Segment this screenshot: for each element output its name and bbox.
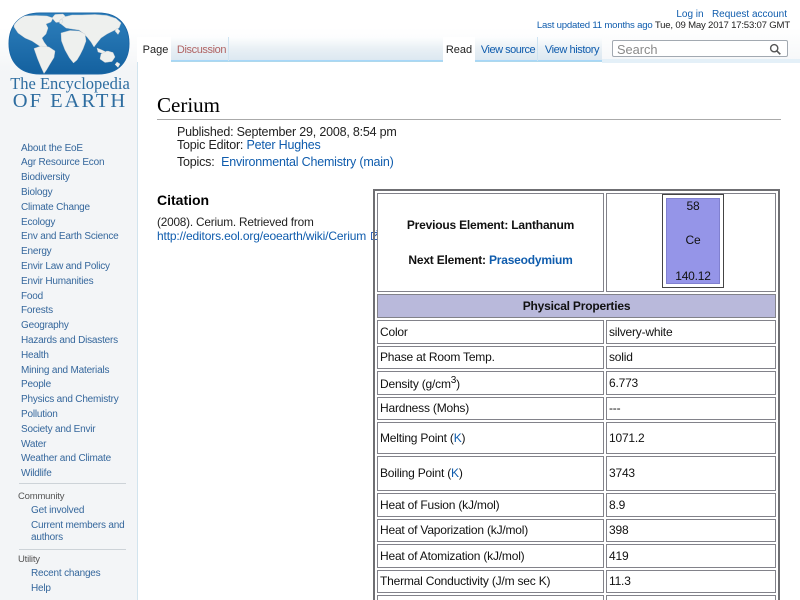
svg-text:OF EARTH: OF EARTH bbox=[13, 90, 127, 112]
